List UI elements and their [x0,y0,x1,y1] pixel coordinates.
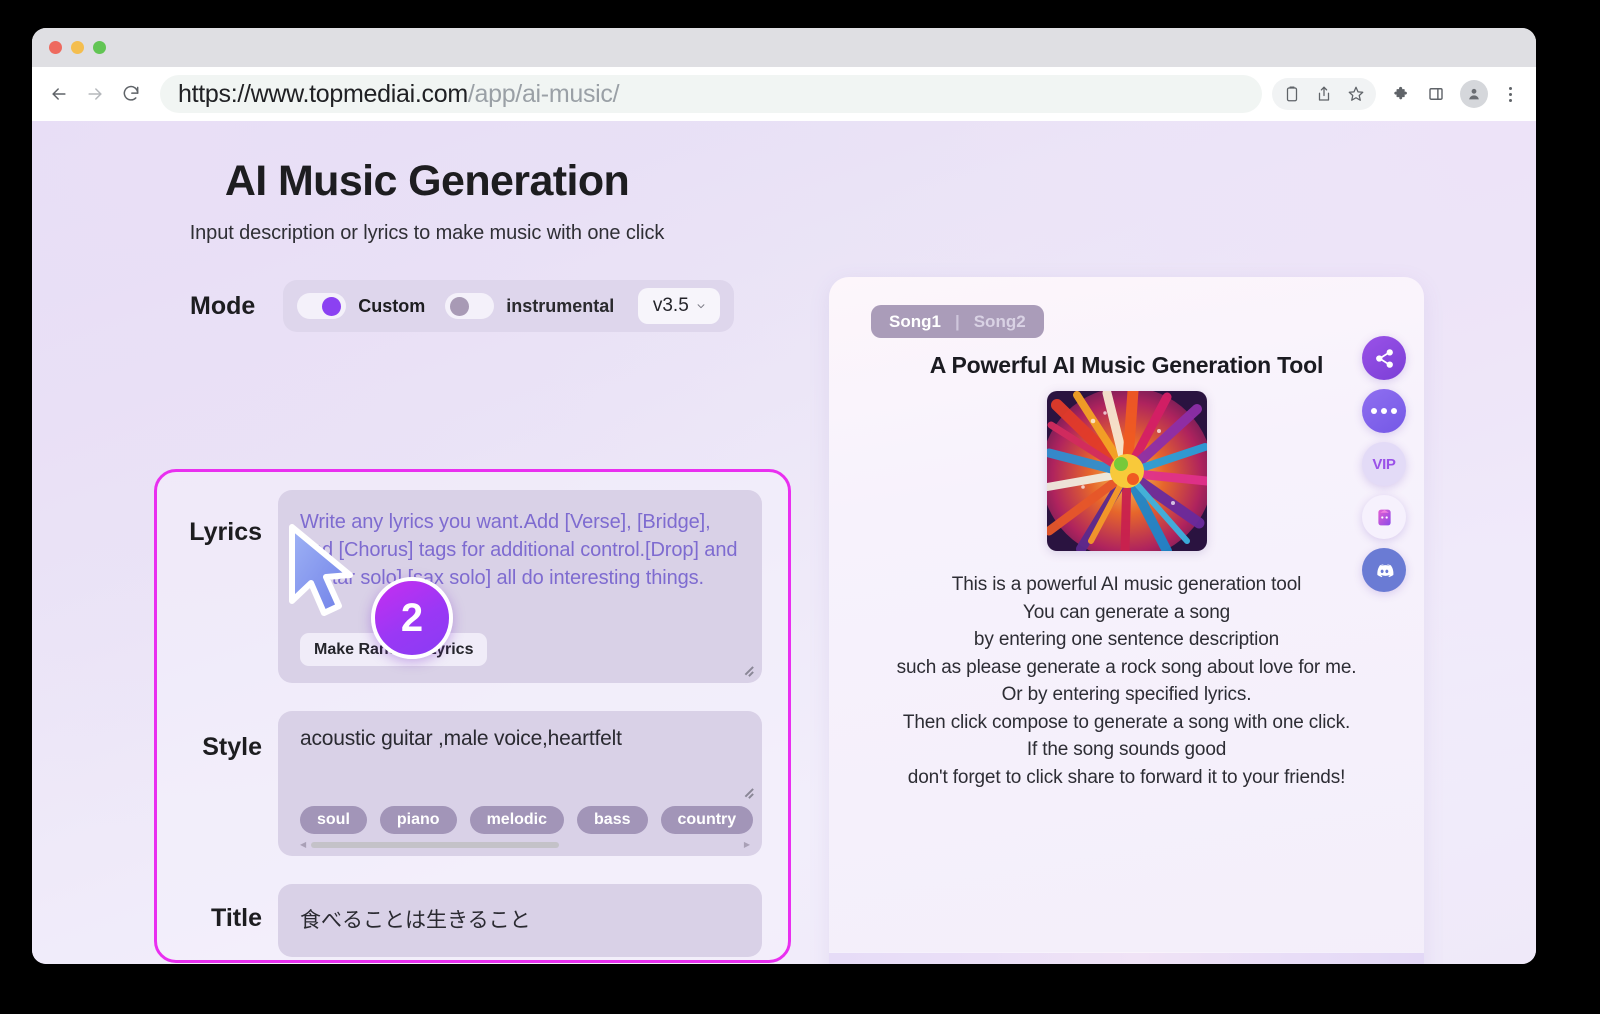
desc-line: This is a powerful AI music generation t… [951,574,1302,595]
title-label: Title [211,904,262,932]
song-tabs: Song1 | Song2 [871,305,1044,338]
floating-action-rail: VIP [1362,336,1406,592]
desc-line: Then click compose to generate a song wi… [902,711,1351,733]
desc-line: You can generate a song [1022,601,1231,623]
side-panel-icon[interactable] [1420,78,1452,110]
window-titlebar [32,28,1536,67]
vip-icon: VIP [1372,455,1396,473]
desc-line: Or by entering specified lyrics. [1001,684,1252,705]
clipboard-icon[interactable] [1276,78,1308,110]
app-button[interactable] [1362,495,1406,539]
address-bar[interactable]: https://www.topmediai.com/app/ai-music/ [160,75,1262,113]
lyrics-placeholder: Write any lyrics you want.Add [Verse], [… [300,511,738,589]
tab-song1[interactable]: Song1 [889,312,941,332]
browser-window: https://www.topmediai.com/app/ai-music/ [32,28,1536,964]
lyrics-label: Lyrics [189,518,262,546]
lyrics-input[interactable]: Write any lyrics you want.Add [Verse], [… [278,490,762,683]
list-item[interactable]: country [660,806,754,834]
url-host: https://www.topmediai.com [178,79,468,108]
mode-label: Mode [190,291,256,320]
page-subtitle: Input description or lyrics to make musi… [189,222,665,244]
custom-toggle-label: Custom [358,295,426,316]
toolbar-icon-group [1272,78,1376,110]
window-maximize-button[interactable] [93,41,106,54]
custom-toggle-knob [322,297,342,316]
mobile-app-icon [1377,509,1391,525]
scroll-left-arrow-icon[interactable]: ◀ [300,840,306,849]
toolbar-actions [1272,78,1536,110]
discord-icon [1376,563,1393,577]
panel-heading: A Powerful AI Music Generation Tool [929,352,1324,378]
version-select[interactable]: v3.5 [638,288,721,324]
browser-toolbar: https://www.topmediai.com/app/ai-music/ [32,67,1536,121]
reload-icon[interactable] [116,79,146,109]
desc-line: by entering one sentence description [973,629,1280,650]
share-button[interactable] [1362,336,1406,380]
scrollbar-track[interactable] [311,841,739,848]
scrollbar-thumb[interactable] [311,841,560,848]
desc-line: don't forget to click share to forward i… [907,766,1346,788]
url-path: /app/ai-music/ [467,79,620,108]
list-item[interactable]: melodic [469,806,565,834]
chrome-menu-icon[interactable] [1498,86,1522,102]
url-text: https://www.topmediai.com/app/ai-music/ [178,79,620,109]
tab-divider: | [954,311,960,331]
preview-panel: Song1 | Song2 A Powerful AI Music Genera… [829,277,1424,964]
lyrics-resize-grip[interactable] [741,662,754,677]
list-item[interactable]: bass [577,806,648,834]
page-content: AI Music Generation Input description or… [32,121,1536,964]
discord-button[interactable] [1362,548,1406,592]
share-icon[interactable] [1308,78,1340,110]
page-title: AI Music Generation [224,157,630,205]
instrumental-toggle-label: instrumental [506,295,615,316]
title-value: 食べることは生きること [300,909,531,932]
instrumental-toggle[interactable] [445,293,495,319]
vip-button[interactable]: VIP [1362,442,1406,486]
version-value: v3.5 [652,295,689,316]
lyrics-form-card: Lyrics Write any lyrics you want.Add [Ve… [154,469,791,963]
desc-line: such as please generate a rock song abou… [896,656,1357,678]
forward-arrow-icon[interactable] [80,79,110,109]
profile-avatar-icon[interactable] [1460,80,1488,108]
list-item[interactable]: soul [300,806,367,834]
window-minimize-button[interactable] [71,41,84,54]
mode-controls: Custom instrumental v3.5 [283,280,735,332]
chevron-down-icon [697,304,705,309]
style-tag-list: soul piano melodic bass country hard roc… [300,806,762,834]
style-tag-scrollbar[interactable]: ◀ ▶ [300,840,750,849]
window-close-button[interactable] [49,41,62,54]
more-button[interactable] [1362,389,1406,433]
style-input[interactable]: acoustic guitar ,male voice,heartfelt so… [278,711,762,856]
title-input[interactable]: 食べることは生きること [278,884,762,957]
back-arrow-icon[interactable] [44,79,74,109]
list-item[interactable]: piano [379,806,457,834]
step-badge: 2 [371,577,453,659]
instrumental-toggle-knob [450,297,470,316]
audio-player-bar: 00:00 01:59 [829,952,1424,964]
ellipsis-icon [1371,408,1397,414]
lyrics-row: Lyrics Write any lyrics you want.Add [Ve… [157,472,788,683]
style-row: Style acoustic guitar ,male voice,heartf… [157,683,788,856]
paint-explosion-artwork [1047,391,1207,551]
tab-song2[interactable]: Song2 [974,312,1026,332]
style-value: acoustic guitar ,male voice,heartfelt [300,727,622,750]
scroll-right-arrow-icon[interactable]: ▶ [744,840,750,849]
style-resize-grip[interactable] [741,784,754,799]
desc-line: If the song sounds good [1026,739,1227,760]
title-row: Title 食べることは生きること [157,856,788,957]
panel-description: This is a powerful AI music generation t… [849,571,1404,791]
mode-row: Mode Custom instrumental v3.5 [32,280,822,332]
extensions-puzzle-icon[interactable] [1386,78,1418,110]
bookmark-star-icon[interactable] [1340,78,1372,110]
album-art [1047,391,1207,551]
left-column: AI Music Generation Input description or… [32,121,822,332]
custom-toggle[interactable] [297,293,347,319]
share-nodes-icon [1375,348,1393,368]
style-label: Style [202,733,262,761]
